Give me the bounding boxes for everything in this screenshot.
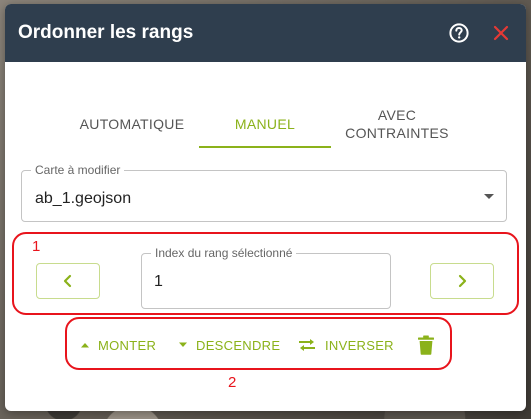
rank-index-label: Index du rang sélectionné — [151, 246, 297, 260]
tab-automatique[interactable]: AUTOMATIQUE — [65, 100, 199, 148]
map-select-label: Carte à modifier — [31, 163, 125, 177]
next-rank-button[interactable] — [430, 263, 494, 299]
move-up-label: MONTER — [98, 337, 157, 353]
triangle-down-icon — [179, 342, 187, 347]
annotation-number-1: 1 — [32, 238, 41, 255]
chevron-left-icon — [63, 274, 72, 288]
annotation-number-2: 2 — [228, 374, 237, 391]
move-down-label: DESCENDRE — [196, 337, 281, 353]
tab-label: AUTOMATIQUE — [79, 116, 185, 132]
help-circle-icon[interactable] — [449, 23, 469, 43]
active-tab-indicator — [199, 146, 331, 148]
order-ranks-dialog: Ordonner les rangs AUTOMATIQUE MANUEL AV… — [5, 4, 526, 411]
tab-avec-contraintes[interactable]: AVEC CONTRAINTES — [331, 100, 463, 148]
rank-index-input[interactable] — [154, 271, 374, 293]
close-x-icon[interactable] — [492, 24, 510, 42]
dialog-title: Ordonner les rangs — [18, 22, 194, 43]
move-up-button[interactable]: MONTER — [80, 334, 156, 356]
chevron-right-icon — [458, 274, 467, 288]
map-select-value: ab_1.geojson — [35, 190, 132, 207]
map-select[interactable]: Carte à modifier ab_1.geojson — [21, 163, 507, 222]
tab-label: AVEC CONTRAINTES — [345, 107, 449, 141]
swap-arrows-icon — [299, 339, 315, 351]
move-down-button[interactable]: DESCENDRE — [178, 334, 280, 356]
previous-rank-button[interactable] — [36, 263, 100, 299]
rank-index-field[interactable]: Index du rang sélectionné — [141, 246, 391, 309]
reverse-label: INVERSER — [325, 337, 394, 353]
triangle-up-icon — [81, 343, 89, 348]
reverse-button[interactable]: INVERSER — [297, 334, 394, 356]
trash-icon[interactable] — [417, 335, 435, 355]
tab-manuel[interactable]: MANUEL — [199, 100, 331, 148]
tab-label: MANUEL — [234, 116, 296, 132]
dialog-titlebar: Ordonner les rangs — [5, 4, 526, 62]
chevron-down-icon — [484, 194, 494, 199]
